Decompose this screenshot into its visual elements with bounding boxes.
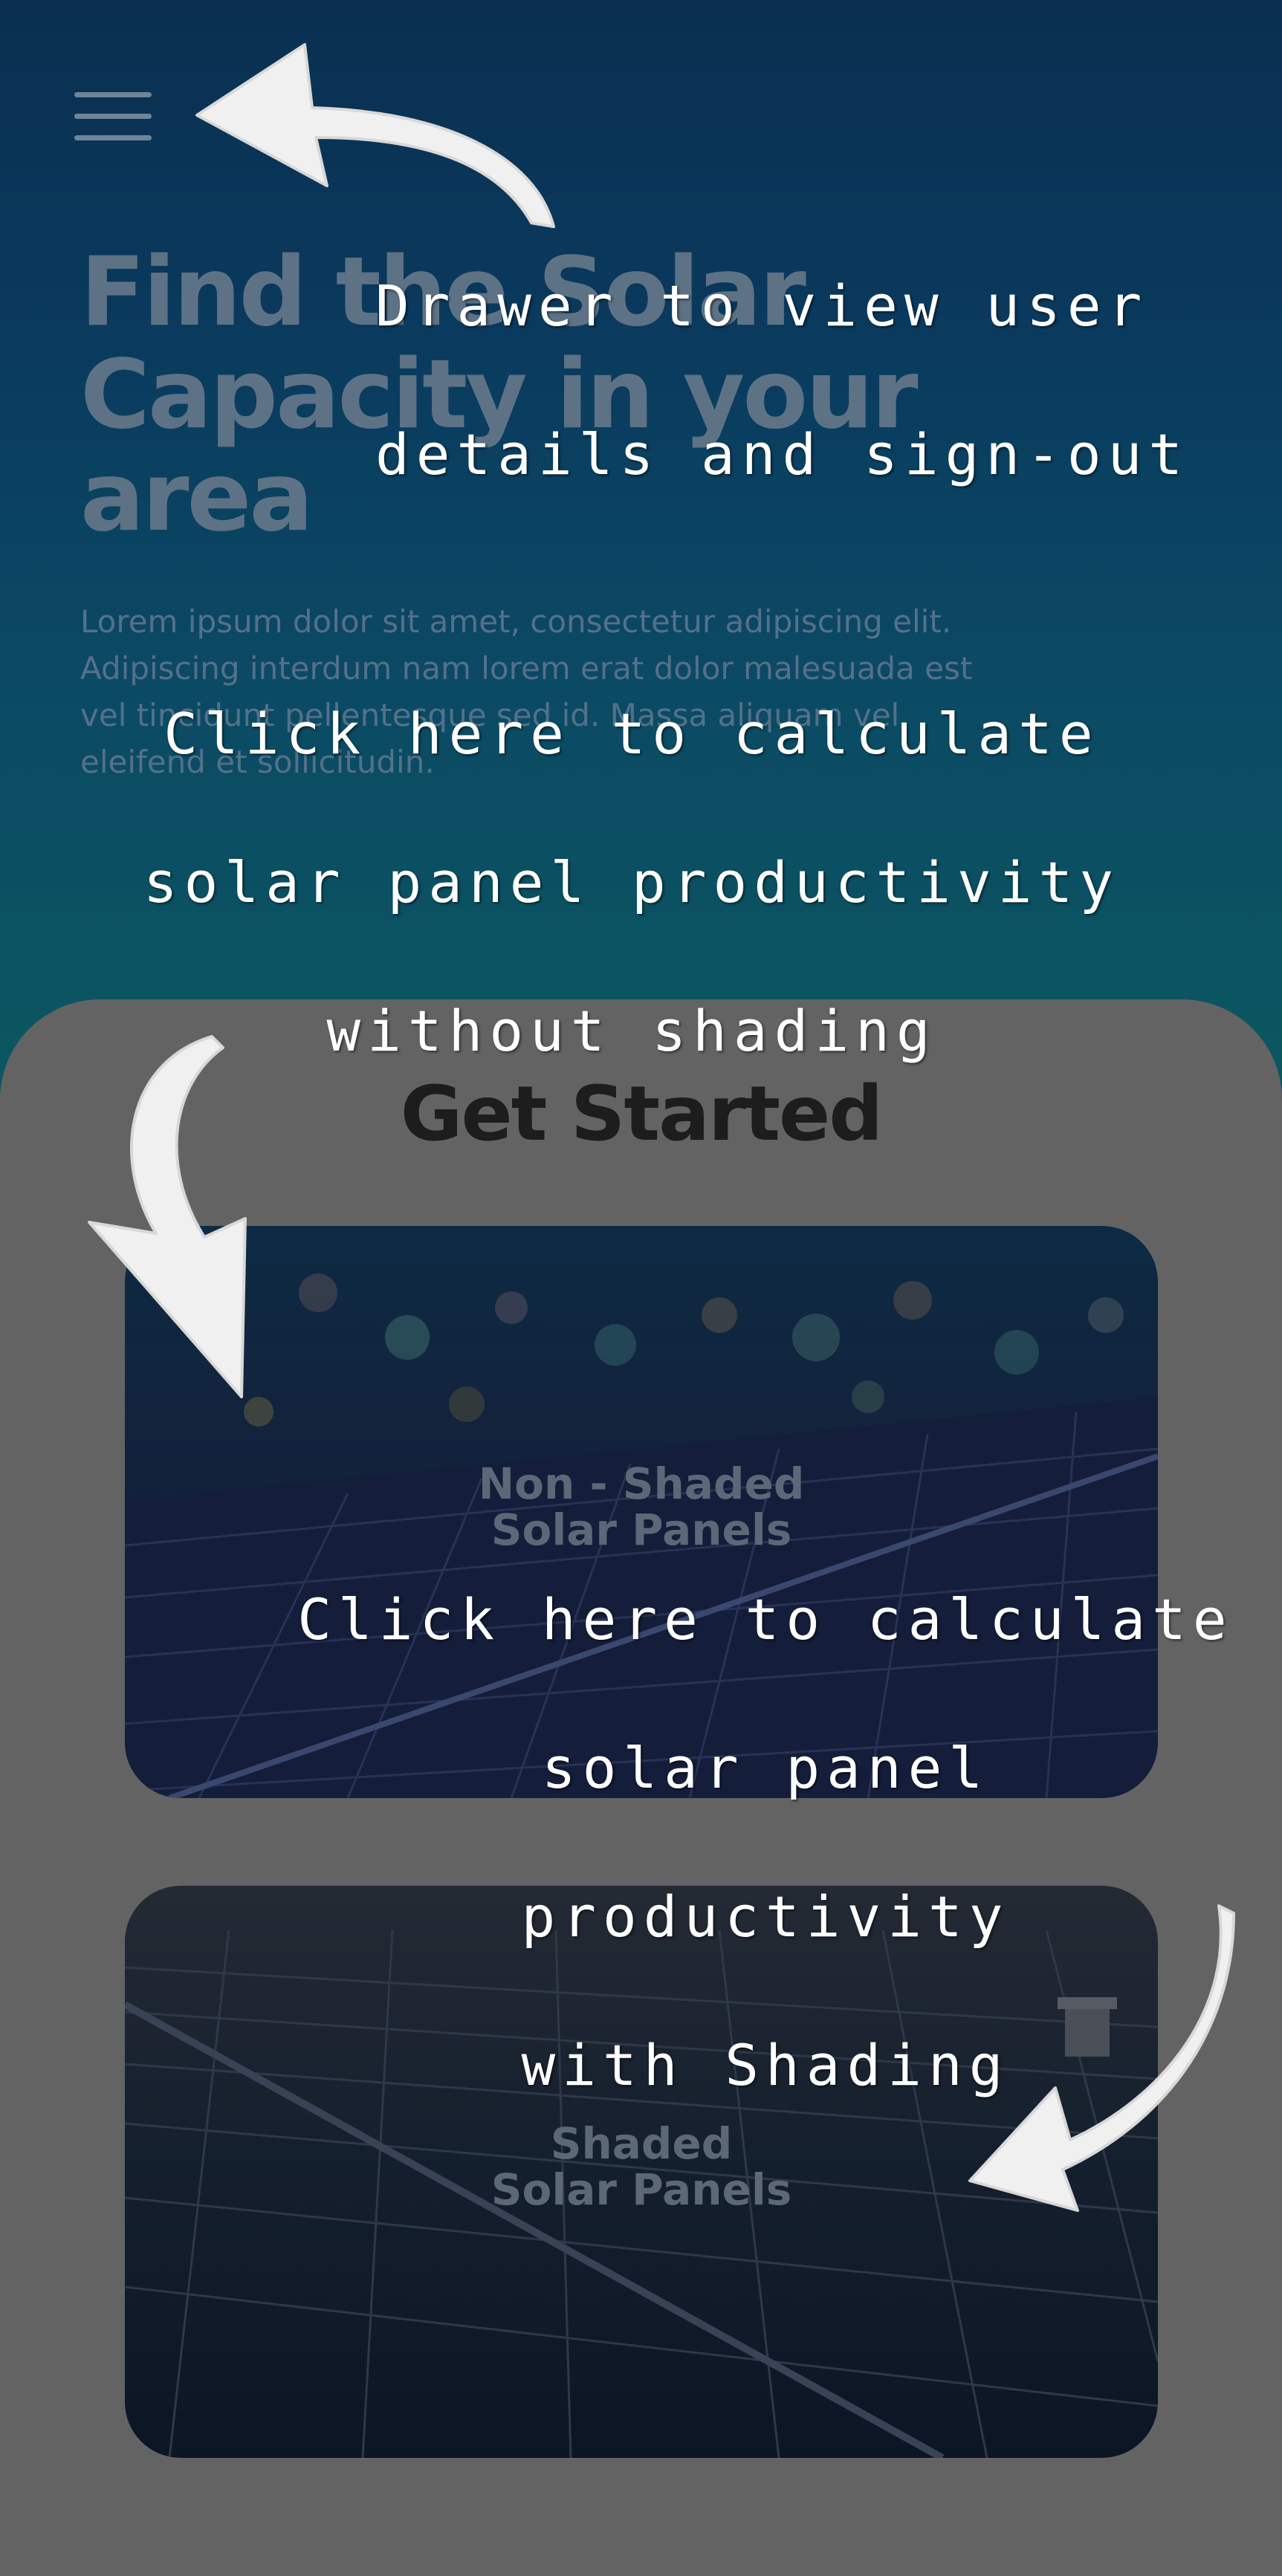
annotation-arrows xyxy=(88,43,1235,2212)
arrow-to-non-shaded-card-icon xyxy=(88,1035,247,1398)
arrow-to-menu-icon xyxy=(195,43,555,228)
arrow-to-shaded-card-icon xyxy=(968,1904,1235,2212)
